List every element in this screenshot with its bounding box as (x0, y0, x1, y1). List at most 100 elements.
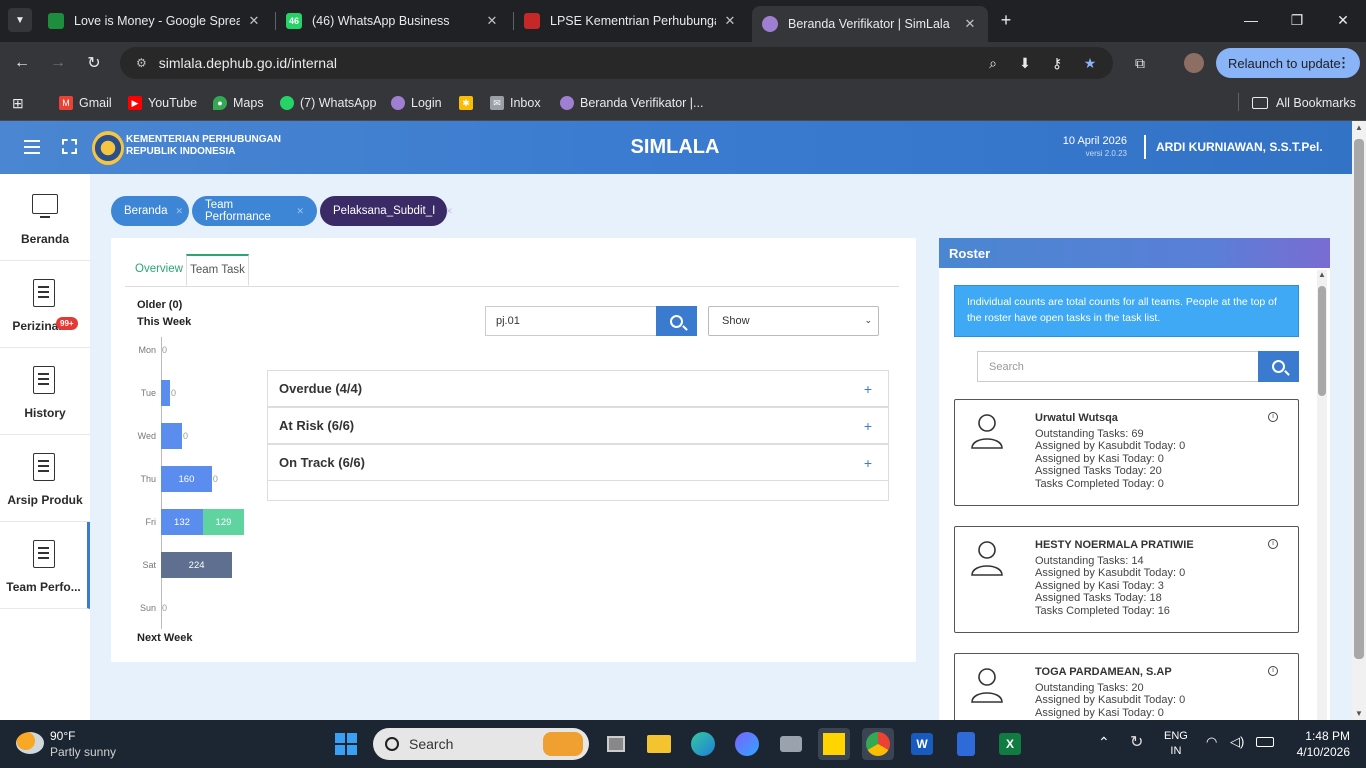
battery-icon[interactable] (1256, 737, 1274, 747)
bookmark-whatsapp[interactable]: (7) WhatsApp (280, 93, 376, 113)
roster-person-card[interactable]: HESTY NOERMALA PRATIWIE Outstanding Task… (954, 526, 1299, 633)
wifi-icon[interactable]: ◠ (1206, 734, 1217, 750)
sidebar-item-perizinan[interactable]: Perizinan 99+ (0, 261, 90, 348)
header-divider (1144, 135, 1146, 159)
sidebar-item-team-performance[interactable]: Team Perfo... (0, 522, 90, 609)
roster-person-card[interactable]: Urwatul Wutsqa Outstanding Tasks: 69 Ass… (954, 399, 1299, 506)
windows-start-icon[interactable] (330, 728, 362, 760)
clock-date[interactable]: 4/10/2026 (1286, 745, 1350, 759)
site-info-icon[interactable]: ⚙ (136, 56, 147, 70)
task-search-input[interactable]: pj.01 (485, 306, 657, 336)
restore-icon[interactable]: ❐ (1274, 0, 1320, 40)
extensions-icon[interactable]: ⧉ (1130, 53, 1150, 73)
page-scrollbar[interactable]: ▲ ▼ (1352, 121, 1366, 720)
overdue-section[interactable]: Overdue (4/4) + (267, 370, 889, 407)
person-stat: Outstanding Tasks: 14 (1035, 555, 1144, 567)
breadcrumb-beranda[interactable]: Beranda ✕ (111, 196, 189, 226)
sticky-notes-icon[interactable] (818, 728, 850, 760)
install-app-icon[interactable]: ⬇ (1015, 53, 1035, 73)
bookmark-youtube[interactable]: ▶ YouTube (128, 93, 197, 113)
excel-icon[interactable]: X (994, 728, 1026, 760)
close-icon[interactable]: ✕ (722, 13, 738, 29)
show-select[interactable]: Show ⌄ (708, 306, 879, 336)
bookmark-beranda[interactable]: Beranda Verifikator |... (560, 93, 703, 113)
apps-grid-icon[interactable]: ⊞ (12, 93, 24, 113)
sidebar-item-history[interactable]: History (0, 348, 90, 435)
weather-desc[interactable]: Partly sunny (50, 745, 116, 759)
zoom-icon[interactable]: ⌕ (983, 53, 1003, 73)
sidebar-item-beranda[interactable]: Beranda (0, 174, 90, 261)
info-icon[interactable]: i (1268, 412, 1278, 422)
browser-tab-whatsapp[interactable]: 46 (46) WhatsApp Business ✕ (276, 6, 510, 36)
calculator-icon[interactable] (950, 728, 982, 760)
chevron-up-icon[interactable]: ⌃ (1098, 734, 1110, 751)
scroll-down-arrow-icon[interactable]: ▼ (1355, 709, 1363, 718)
minimize-icon[interactable]: — (1228, 0, 1274, 40)
bookmark-star-icon[interactable]: ★ (1080, 53, 1100, 73)
clock-time[interactable]: 1:48 PM (1290, 729, 1350, 743)
task-view-icon[interactable] (600, 728, 632, 760)
close-icon[interactable]: ✕ (445, 206, 453, 217)
tab-team-task[interactable]: Team Task (186, 254, 249, 286)
weather-temp[interactable]: 90°F (50, 729, 75, 743)
close-icon[interactable]: ✕ (296, 206, 304, 217)
roster-person-card[interactable]: TOGA PARDAMEAN, S.AP Outstanding Tasks: … (954, 653, 1299, 720)
language-indicator[interactable]: ENG IN (1164, 729, 1188, 759)
scrollbar-thumb[interactable] (1354, 139, 1364, 659)
profile-avatar[interactable] (1184, 53, 1204, 73)
info-icon[interactable]: i (1268, 666, 1278, 676)
bookmark-inbox[interactable]: ✉ Inbox (490, 93, 541, 113)
user-name[interactable]: ARDI KURNIAWAN, S.S.T.Pel. (1156, 140, 1323, 154)
scrollbar-thumb[interactable] (1318, 286, 1326, 396)
new-tab-button[interactable]: + (994, 8, 1018, 32)
chrome-icon[interactable] (862, 728, 894, 760)
reload-icon[interactable]: ↻ (80, 50, 108, 76)
scroll-up-arrow-icon[interactable]: ▲ (1318, 270, 1326, 279)
roster-search-button[interactable] (1258, 351, 1299, 382)
sync-icon[interactable]: ↻ (1130, 732, 1143, 752)
tab-overview[interactable]: Overview (135, 263, 183, 275)
search-button[interactable] (656, 306, 697, 336)
forward-arrow-icon[interactable]: → (44, 50, 72, 76)
person-stat: Tasks Completed Today: 0 (1035, 478, 1164, 490)
close-icon[interactable]: ✕ (962, 16, 978, 32)
info-icon[interactable]: i (1268, 539, 1278, 549)
close-icon[interactable]: ✕ (175, 206, 183, 217)
weather-icon[interactable] (16, 732, 44, 754)
bookmark-gmail[interactable]: M Gmail (59, 93, 112, 113)
bookmark-login[interactable]: Login (391, 93, 442, 113)
browser-tab-simlala[interactable]: Beranda Verifikator | SimLala ✕ (752, 6, 988, 42)
edge-icon[interactable] (687, 728, 719, 760)
breadcrumb-pelaksana[interactable]: Pelaksana_Subdit_I ✕ (320, 196, 453, 226)
address-bar[interactable]: ⚙ simlala.dephub.go.id/internal (120, 47, 1113, 79)
sidebar-item-arsip-produk[interactable]: Arsip Produk (0, 435, 90, 522)
word-icon[interactable]: W (906, 728, 938, 760)
scroll-up-arrow-icon[interactable]: ▲ (1355, 123, 1363, 132)
all-bookmarks[interactable]: All Bookmarks (1252, 93, 1356, 113)
copilot-icon[interactable] (731, 728, 763, 760)
on-track-section[interactable]: On Track (6/6) + (267, 444, 889, 481)
tab-search-button[interactable]: ▼ (8, 8, 32, 32)
fullscreen-icon[interactable] (62, 139, 77, 154)
close-icon[interactable]: ✕ (484, 13, 500, 29)
back-arrow-icon[interactable]: ← (8, 50, 36, 76)
roster-scrollbar[interactable]: ▲ (1317, 270, 1327, 720)
close-icon[interactable]: ✕ (246, 13, 262, 29)
relaunch-button[interactable]: Relaunch to update ⋮ (1216, 48, 1360, 78)
password-key-icon[interactable]: ⚷ (1047, 53, 1067, 73)
camera-icon[interactable] (775, 728, 807, 760)
roster-search-input[interactable]: Search (977, 351, 1259, 382)
file-explorer-icon[interactable] (643, 728, 675, 760)
close-window-icon[interactable]: ✕ (1320, 0, 1366, 40)
breadcrumb-team-performance[interactable]: Team Performance ✕ (192, 196, 317, 226)
browser-tab-lpse[interactable]: LPSE Kementrian Perhubungan ✕ (514, 6, 748, 36)
hamburger-menu-icon[interactable] (24, 140, 40, 154)
bookmark-pinwheel[interactable]: ✱ (459, 93, 479, 113)
bookmark-maps[interactable]: ● Maps (213, 93, 264, 113)
at-risk-section[interactable]: At Risk (6/6) + (267, 407, 889, 444)
notification-badge: 99+ (56, 317, 78, 330)
search-icon (1272, 360, 1290, 376)
volume-icon[interactable]: ◁) (1230, 734, 1244, 750)
browser-tab-spreadsheet[interactable]: Love is Money - Google Spread ✕ (38, 6, 272, 36)
taskbar-search[interactable]: Search (373, 728, 589, 760)
